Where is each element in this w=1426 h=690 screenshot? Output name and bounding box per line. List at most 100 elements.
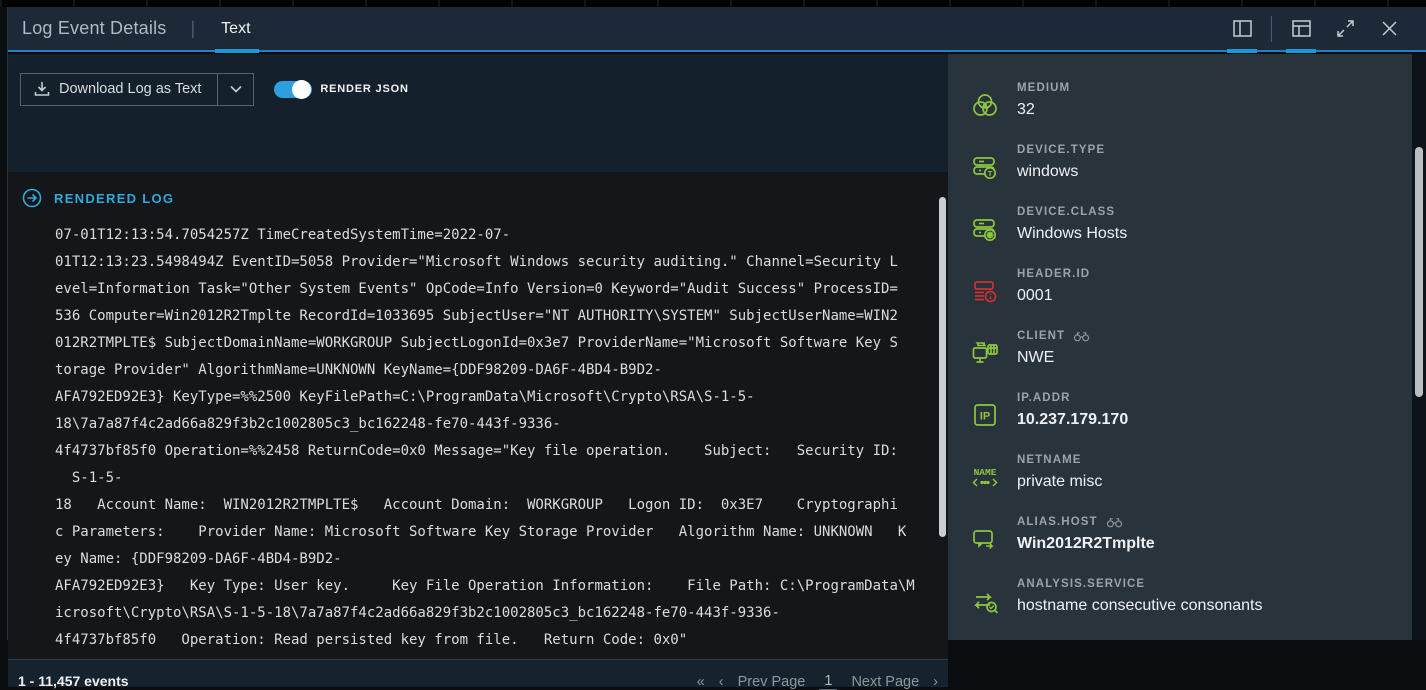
- titlebar: Log Event Details | Text: [8, 7, 1426, 52]
- log-line: AFA792ED92E3} KeyType=%%2500 KeyFilePath…: [55, 384, 948, 411]
- icon-medium: [970, 90, 1000, 120]
- expand-icon: [1337, 20, 1354, 37]
- window-scrollbar-track[interactable]: [1412, 54, 1426, 640]
- first-page-button[interactable]: «: [697, 674, 705, 690]
- collapse-arrow-icon[interactable]: [22, 188, 42, 208]
- meta-value[interactable]: 0001: [1017, 287, 1090, 305]
- log-line: 18\7a7a87f4c2ad66a829f3b2c1002805c3_bc16…: [55, 411, 948, 438]
- meta-value[interactable]: NWE: [1017, 349, 1090, 367]
- icon-ip: [970, 400, 1000, 430]
- log-text: 07-01T12:13:54.7054257Z TimeCreatedSyste…: [8, 208, 948, 654]
- icon-list-info: [970, 276, 1000, 306]
- meta-item[interactable]: ANALYSIS.SERVICE hostname consecutive co…: [948, 578, 1412, 623]
- expand-button[interactable]: [1330, 6, 1360, 51]
- icon-netname: [970, 462, 1000, 492]
- rendered-log-panel: RENDERED LOG 07-01T12:13:54.7054257Z Tim…: [8, 172, 948, 659]
- meta-value[interactable]: Win2012R2Tmplte: [1017, 535, 1155, 553]
- icon-alias-host: [970, 524, 1000, 554]
- meta-item[interactable]: IP.ADDR 10.237.179.170: [948, 392, 1412, 437]
- download-log-label: Download Log as Text: [59, 81, 201, 97]
- panel-title: Log Event Details: [22, 18, 166, 39]
- icon-server-gear: [970, 214, 1000, 244]
- split-panel-icon: [1233, 20, 1252, 37]
- meta-label: ANALYSIS.SERVICE: [1017, 578, 1145, 590]
- log-line: 012R2TMPLTE$ SubjectDomainName=WORKGROUP…: [55, 330, 948, 357]
- titlebar-divider: [1271, 16, 1272, 42]
- meta-label: DEVICE.CLASS: [1017, 206, 1115, 218]
- icon-analysis: [970, 586, 1000, 616]
- download-log-button[interactable]: Download Log as Text: [21, 74, 217, 105]
- meta-value[interactable]: private misc: [1017, 473, 1102, 491]
- events-count: 1 - 11,457 events: [18, 673, 129, 689]
- rendered-log-title: RENDERED LOG: [54, 191, 174, 206]
- chevron-down-icon: [230, 85, 242, 93]
- log-line: 18 Account Name: WIN2012R2TMPLTE$ Accoun…: [55, 492, 948, 519]
- prev-page-button[interactable]: Prev Page: [738, 674, 806, 690]
- next-page-chevron[interactable]: ›: [933, 674, 938, 690]
- log-line: icrosoft\Crypto\RSA\S-1-5-18\7a7a87f4c2a…: [55, 600, 948, 627]
- meta-item[interactable]: NETNAME private misc: [948, 454, 1412, 499]
- meta-label: HEADER.ID: [1017, 268, 1090, 280]
- icon-server-t: [970, 152, 1000, 182]
- download-button-group: Download Log as Text: [20, 73, 254, 106]
- clipped-timestamp-value: 2022-07-01T12:13:54: [1005, 54, 1412, 58]
- window-scrollbar-thumb[interactable]: [1415, 147, 1423, 397]
- meta-item[interactable]: DEVICE.TYPE windows: [948, 144, 1412, 189]
- meta-label: IP.ADDR: [1017, 392, 1071, 404]
- next-page-button[interactable]: Next Page: [851, 674, 919, 690]
- background-left-strip: [0, 7, 8, 640]
- meta-label: NETNAME: [1017, 454, 1082, 466]
- split-panel-button[interactable]: [1227, 6, 1257, 51]
- meta-label: DEVICE.TYPE: [1017, 144, 1105, 156]
- meta-value[interactable]: 10.237.179.170: [1017, 411, 1128, 429]
- close-button[interactable]: [1374, 6, 1404, 51]
- meta-item[interactable]: DEVICE.CLASS Windows Hosts: [948, 206, 1412, 251]
- log-line: 536 Computer=Win2012R2Tmplte RecordId=10…: [55, 303, 948, 330]
- log-line: c Parameters: Provider Name: Microsoft S…: [55, 519, 948, 546]
- prev-page-chevron[interactable]: ‹: [719, 674, 724, 690]
- meta-value[interactable]: Windows Hosts: [1017, 225, 1127, 243]
- meta-value[interactable]: hostname consecutive consonants: [1017, 597, 1262, 615]
- log-scrollbar-thumb[interactable]: [939, 197, 946, 537]
- log-line: 4f4737bf85f0 Operation=%%2458 ReturnCode…: [55, 438, 948, 465]
- log-line: 01T12:13:23.5498494Z EventID=5058 Provid…: [55, 249, 948, 276]
- meta-label: CLIENT: [1017, 330, 1065, 342]
- meta-list: MEDIUM 32 DEVICE.TYPE windows: [948, 60, 1412, 623]
- meta-value[interactable]: 32: [1017, 101, 1070, 119]
- tab-text-label: Text: [221, 20, 250, 38]
- log-line: ey Name: {DDF98209-DA6F-4BD4-B9D2-: [55, 546, 948, 573]
- log-line: evel=Information Task="Other System Even…: [55, 276, 948, 303]
- layout-panel-icon: [1292, 20, 1311, 37]
- layout-panel-button[interactable]: [1286, 6, 1316, 51]
- close-icon: [1382, 21, 1397, 36]
- page-number-input[interactable]: 1: [819, 673, 837, 690]
- meta-label: MEDIUM: [1017, 82, 1070, 94]
- log-event-details-panel: Log Event Details | Text: [8, 7, 1426, 640]
- meta-item[interactable]: CLIENT NWE: [948, 330, 1412, 375]
- tab-active-indicator: [215, 49, 259, 53]
- meta-item[interactable]: HEADER.ID 0001: [948, 268, 1412, 313]
- log-content-column: Download Log as Text RENDER JSON RENDERE…: [8, 54, 948, 640]
- log-toolbar: Download Log as Text RENDER JSON: [8, 54, 948, 124]
- render-json-toggle-group: RENDER JSON: [274, 81, 408, 98]
- toggle-knob: [292, 80, 311, 99]
- background-page-strip: [0, 0, 1426, 7]
- split-panel-active-indicator: [1227, 49, 1257, 53]
- layout-panel-active-indicator: [1286, 49, 1316, 53]
- titlebar-actions: [1227, 6, 1404, 51]
- download-options-button[interactable]: [217, 74, 253, 105]
- meta-item[interactable]: MEDIUM 32: [948, 82, 1412, 127]
- tab-text[interactable]: Text: [217, 6, 254, 51]
- binoculars-icon: [1106, 517, 1123, 528]
- icon-client: [970, 338, 1000, 368]
- log-line: torage Provider" AlgorithmName=UNKNOWN K…: [55, 357, 948, 384]
- render-json-label: RENDER JSON: [320, 83, 408, 95]
- title-divider: |: [190, 18, 195, 39]
- meta-value[interactable]: windows: [1017, 163, 1105, 181]
- meta-item[interactable]: ALIAS.HOST Win2012R2Tmplte: [948, 516, 1412, 561]
- render-json-toggle[interactable]: [274, 81, 312, 98]
- log-line: 07-01T12:13:54.7054257Z TimeCreatedSyste…: [55, 222, 948, 249]
- meta-label: ALIAS.HOST: [1017, 516, 1098, 528]
- log-footer: 1 - 11,457 events « ‹ Prev Page 1 Next P…: [8, 659, 948, 687]
- download-icon: [34, 81, 50, 97]
